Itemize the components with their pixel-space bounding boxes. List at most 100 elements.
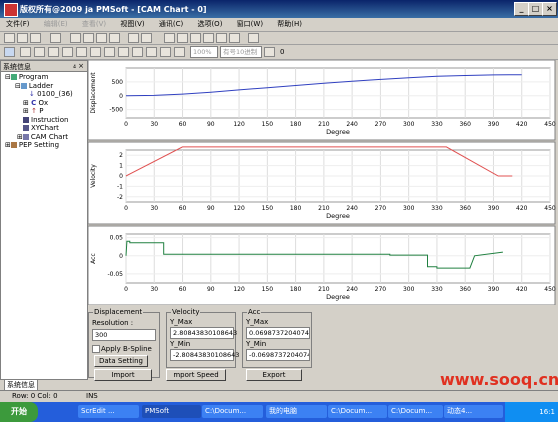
- menu-view[interactable]: 查看(V): [82, 18, 106, 31]
- find-icon[interactable]: [128, 33, 139, 43]
- bspline-checkbox[interactable]: [92, 345, 100, 353]
- tree-item-ox[interactable]: ⊞ C Ox: [1, 99, 87, 108]
- panel-pin-close[interactable]: ₄ ×: [73, 62, 84, 70]
- x-tick-label: 330: [431, 205, 443, 212]
- folder-icon: [10, 74, 17, 80]
- menu-comm[interactable]: 通讯(C): [159, 18, 183, 31]
- status-rowcol: Row: 0 Col: 0: [12, 392, 58, 400]
- compile-icon[interactable]: [164, 33, 175, 43]
- x-tick-label: 90: [207, 286, 215, 293]
- export-button[interactable]: Export: [246, 369, 302, 381]
- upload-icon[interactable]: [190, 33, 201, 43]
- task-docs-2[interactable]: C:\Docum...: [328, 405, 387, 418]
- x-tick-label: 330: [431, 286, 443, 293]
- task-docs-1[interactable]: C:\Docum...: [202, 405, 263, 418]
- cut-icon[interactable]: [70, 33, 81, 43]
- rise-icon[interactable]: [132, 47, 143, 57]
- acc-max-input[interactable]: 0.0698737204074​86: [246, 327, 310, 339]
- velocity-max-input[interactable]: 2.80843830108643: [170, 327, 237, 339]
- close-button[interactable]: ×: [542, 2, 557, 16]
- undo-icon[interactable]: [109, 33, 120, 43]
- vline-icon[interactable]: [76, 47, 87, 57]
- open-icon[interactable]: [17, 33, 28, 43]
- copy-icon[interactable]: [83, 33, 94, 43]
- maximize-button[interactable]: □: [528, 2, 543, 16]
- zoom-in-icon[interactable]: [160, 47, 171, 57]
- save-icon[interactable]: [30, 33, 41, 43]
- fall-icon[interactable]: [146, 47, 157, 57]
- x-tick-label: 420: [516, 205, 528, 212]
- settings-icon[interactable]: [248, 33, 259, 43]
- title-bar: 版权所有@2009 ja PMSoft - [CAM Chart - 0] _ …: [0, 0, 558, 18]
- func-icon[interactable]: [90, 47, 101, 57]
- x-tick-label: 0: [124, 286, 128, 293]
- x-tick-label: 0: [124, 121, 128, 128]
- resolution-input[interactable]: 300: [92, 329, 156, 341]
- tree-item-instruction[interactable]: Instruction: [1, 116, 87, 125]
- start-button[interactable]: 开始: [0, 402, 38, 422]
- velocity-min-input[interactable]: -2.80843830108643: [170, 349, 239, 361]
- data-setting-button[interactable]: Data Setting: [94, 355, 148, 367]
- run-icon[interactable]: [216, 33, 227, 43]
- import-speed-data-button[interactable]: mport Speed Dat: [166, 369, 226, 381]
- toolbar-value: 0: [280, 48, 285, 56]
- new-icon[interactable]: [4, 33, 15, 43]
- contact-no-icon[interactable]: [20, 47, 31, 57]
- hline-icon[interactable]: [62, 47, 73, 57]
- menu-options[interactable]: 选项(O): [197, 18, 222, 31]
- menu-edit[interactable]: 编辑(E): [44, 18, 68, 31]
- task-mycomputer[interactable]: 我的电脑: [266, 405, 327, 418]
- monitor-icon[interactable]: [203, 33, 214, 43]
- contact-nc-icon[interactable]: [34, 47, 45, 57]
- x-tick-label: 270: [375, 205, 387, 212]
- cam-chart-area: 0 30 60 90 120 150 180 210 240 270 300 330 360 390 420…: [88, 60, 556, 390]
- tree-item-subprogram[interactable]: ↓ 0100_(36): [1, 90, 87, 99]
- import-button[interactable]: Import: [94, 369, 152, 381]
- tree-item-xychart[interactable]: XYChart: [1, 124, 87, 133]
- x-tick-label: 210: [318, 121, 330, 128]
- minimize-button[interactable]: _: [514, 2, 529, 16]
- task-animation[interactable]: 动态4...: [444, 405, 503, 418]
- zoom-select[interactable]: 100%: [190, 46, 218, 58]
- y-tick-label: 2: [119, 152, 123, 159]
- tree-item-p[interactable]: ⊞ ↑ P: [1, 107, 87, 116]
- print-icon[interactable]: [50, 33, 61, 43]
- task-docs-3[interactable]: C:\Docum...: [388, 405, 443, 418]
- menu-window-view[interactable]: 视图(V): [120, 18, 144, 31]
- bit-icon[interactable]: [264, 47, 275, 57]
- y-tick-label: 0: [119, 253, 123, 260]
- coil-icon[interactable]: [48, 47, 59, 57]
- acc-min-input[interactable]: -0.0698737204074​86: [246, 349, 310, 361]
- menu-file[interactable]: 文件(F): [6, 18, 30, 31]
- task-screditor[interactable]: ScrEdit ...: [78, 405, 139, 418]
- y-tick-label: -500: [109, 107, 123, 114]
- window-title: 版权所有@2009 ja PMSoft - [CAM Chart - 0]: [20, 5, 207, 14]
- project-tree: ⊟ Program ⊟ Ladder ↓ 0100_(36) ⊞ C Ox ⊞ ↑ …: [1, 73, 87, 150]
- replace-icon[interactable]: [141, 33, 152, 43]
- down-arrow-icon: ↓: [29, 90, 35, 98]
- tree-item-camchart[interactable]: ⊞ CAM Chart: [1, 133, 87, 142]
- x-tick-label: 150: [262, 121, 274, 128]
- select-icon[interactable]: [4, 47, 15, 57]
- y-tick-label: 0: [119, 93, 123, 100]
- tree-item-program[interactable]: ⊟ Program: [1, 73, 87, 82]
- x-tick-label: 240: [346, 121, 358, 128]
- reset-icon[interactable]: [118, 47, 129, 57]
- menu-help[interactable]: 帮助(H): [277, 18, 302, 31]
- download-icon[interactable]: [177, 33, 188, 43]
- velocity-min-label: Y_Min: [170, 340, 191, 348]
- format-select[interactable]: 有号10进制: [220, 46, 262, 58]
- set-icon[interactable]: [104, 47, 115, 57]
- menu-window[interactable]: 窗口(W): [237, 18, 263, 31]
- zoom-out-icon[interactable]: [174, 47, 185, 57]
- x-tick-label: 60: [179, 121, 187, 128]
- x-tick-label: 390: [488, 121, 500, 128]
- x-tick-label: 150: [262, 286, 274, 293]
- x-tick-label: 30: [150, 286, 158, 293]
- displacement-title: Displacement: [93, 308, 144, 316]
- paste-icon[interactable]: [96, 33, 107, 43]
- stop-icon[interactable]: [229, 33, 240, 43]
- tree-item-pep[interactable]: ⊞ PEP Setting: [1, 141, 87, 150]
- task-pmsoft[interactable]: PMSoft: [142, 405, 201, 418]
- tree-item-ladder[interactable]: ⊟ Ladder: [1, 82, 87, 91]
